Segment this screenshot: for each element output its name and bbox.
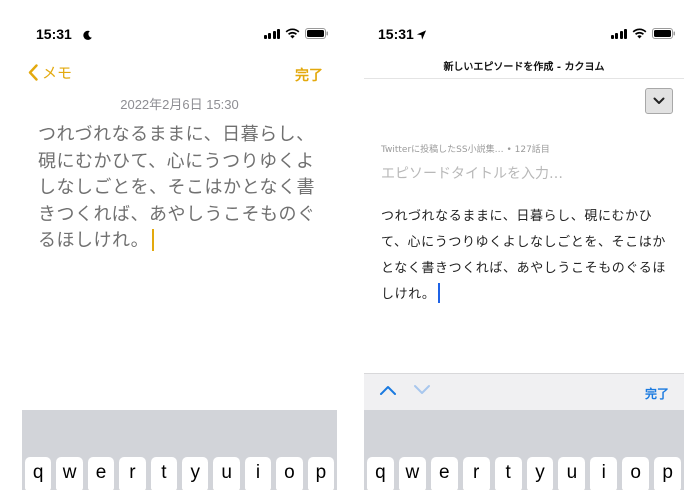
key-e[interactable]: e	[87, 457, 115, 490]
episode-body-editor[interactable]: つれづれなるままに、日暮らし、硯にむかひて、心にうつりゆくよしなしごとを、そこは…	[381, 204, 675, 308]
chevron-left-icon	[28, 64, 38, 81]
key-r[interactable]: r	[119, 457, 146, 490]
key-u[interactable]: u	[558, 457, 586, 490]
text-cursor	[152, 229, 155, 251]
key-e[interactable]: e	[430, 457, 458, 490]
done-button[interactable]: 完了	[295, 65, 323, 85]
chevron-down-icon[interactable]	[413, 384, 431, 396]
cellular-signal-icon	[263, 28, 280, 39]
key-q[interactable]: q	[367, 457, 394, 490]
key-o[interactable]: o	[276, 457, 303, 490]
key-u[interactable]: u	[213, 457, 240, 490]
key-r[interactable]: r	[462, 457, 490, 490]
kakuyomu-screen: 15:31 新しいエピソードを作成 - カクヨム Twitterに投稿したSS小…	[364, 0, 684, 490]
keyboard-top-row: q w e r t y u i o p	[25, 457, 335, 490]
note-text: つれづれなるままに、日暮らし、硯にむかひて、心にうつりゆくよしなしごとを、そこは…	[38, 124, 316, 251]
note-editor[interactable]: つれづれなるままに、日暮らし、硯にむかひて、心にうつりゆくよしなしごとを、そこは…	[38, 122, 330, 255]
key-i[interactable]: i	[244, 457, 272, 490]
moon-icon	[83, 30, 92, 40]
episode-body-text: つれづれなるままに、日暮らし、硯にむかひて、心にうつりゆくよしなしごとを、そこは…	[381, 209, 666, 302]
key-y[interactable]: y	[182, 457, 209, 490]
wifi-icon	[632, 28, 647, 39]
keyboard: q w e r t y u i o p	[22, 410, 337, 490]
key-w[interactable]: w	[56, 457, 83, 490]
chevron-down-icon	[653, 97, 665, 104]
key-p[interactable]: p	[307, 457, 335, 490]
done-button[interactable]: 完了	[645, 385, 669, 402]
episode-title-input[interactable]	[381, 163, 671, 185]
text-cursor	[437, 283, 440, 303]
chevron-up-icon[interactable]	[379, 384, 397, 396]
menu-dropdown-button[interactable]	[645, 88, 673, 114]
keyboard-top-row: q w e r t y u i o p	[367, 457, 682, 490]
keyboard: q w e r t y u i o p	[364, 410, 684, 490]
page-title: 新しいエピソードを作成 - カクヨム	[443, 62, 605, 73]
battery-icon	[652, 28, 675, 39]
location-arrow-icon	[416, 30, 427, 40]
key-p[interactable]: p	[654, 457, 682, 490]
battery-icon	[305, 28, 328, 39]
notes-nav-bar: メモ 完了	[22, 62, 337, 86]
key-t[interactable]: t	[494, 457, 522, 490]
key-o[interactable]: o	[622, 457, 650, 490]
status-time: 15:31	[378, 26, 414, 42]
keyboard-accessory-bar: 完了	[364, 373, 684, 411]
status-icons	[263, 28, 330, 39]
wifi-icon	[285, 28, 300, 39]
notes-screen: 15:31 メモ 完了 2022年2月6日 15:30 つれづれなるままに、日暮…	[22, 0, 337, 490]
back-button[interactable]: メモ	[28, 62, 72, 83]
key-y[interactable]: y	[526, 457, 554, 490]
key-w[interactable]: w	[398, 457, 426, 490]
back-label: メモ	[42, 65, 73, 82]
note-date: 2022年2月6日 15:30	[120, 97, 239, 112]
key-q[interactable]: q	[25, 457, 52, 490]
cellular-signal-icon	[610, 28, 627, 39]
status-time: 15:31	[36, 26, 72, 42]
key-i[interactable]: i	[590, 457, 618, 490]
key-t[interactable]: t	[150, 457, 178, 490]
status-bar: 15:31	[364, 24, 684, 48]
episode-meta: Twitterに投稿したSS小説集… • 127話目	[381, 145, 550, 155]
divider	[364, 78, 684, 79]
status-bar: 15:31	[22, 24, 337, 48]
status-icons	[610, 28, 677, 39]
